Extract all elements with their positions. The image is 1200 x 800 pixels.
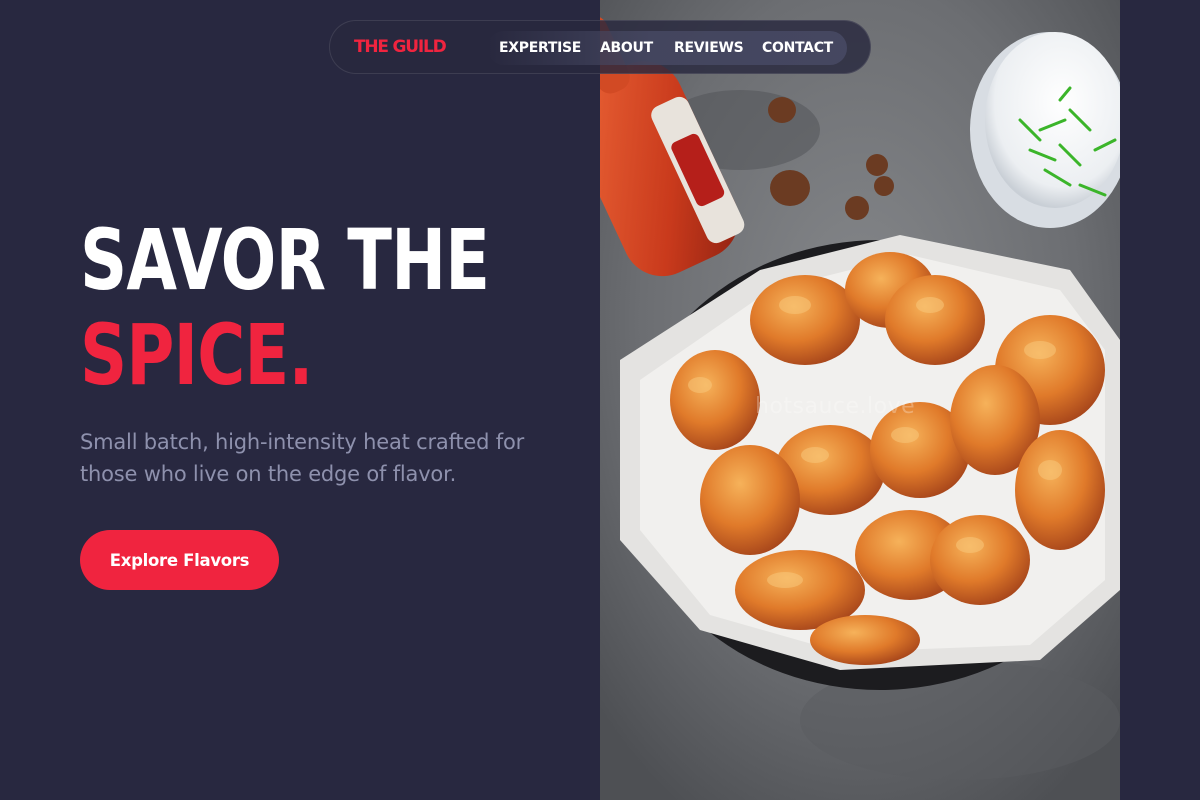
right-margin-strip: [1120, 0, 1200, 800]
photo-watermark: hotsauce.love: [755, 394, 916, 419]
hero-subtitle: Small batch, high-intensity heat crafted…: [80, 430, 525, 486]
nav-link-expertise[interactable]: EXPERTISE: [499, 40, 581, 56]
nav-link-contact[interactable]: CONTACT: [762, 40, 833, 56]
brand-logo[interactable]: THE GUILD: [354, 37, 447, 57]
nav-link-about[interactable]: ABOUT: [600, 40, 653, 56]
explore-flavors-button[interactable]: Explore Flavors: [80, 530, 279, 590]
top-navigation: THE GUILD EXPERTISE ABOUT REVIEWS CONTAC…: [329, 20, 871, 74]
hero-title-line-1: SAVOR THE: [80, 211, 490, 309]
nav-links-group: EXPERTISE ABOUT REVIEWS CONTACT: [487, 31, 847, 65]
nav-link-reviews[interactable]: REVIEWS: [674, 40, 744, 56]
hero-title-line-2: SPICE.: [80, 306, 313, 404]
